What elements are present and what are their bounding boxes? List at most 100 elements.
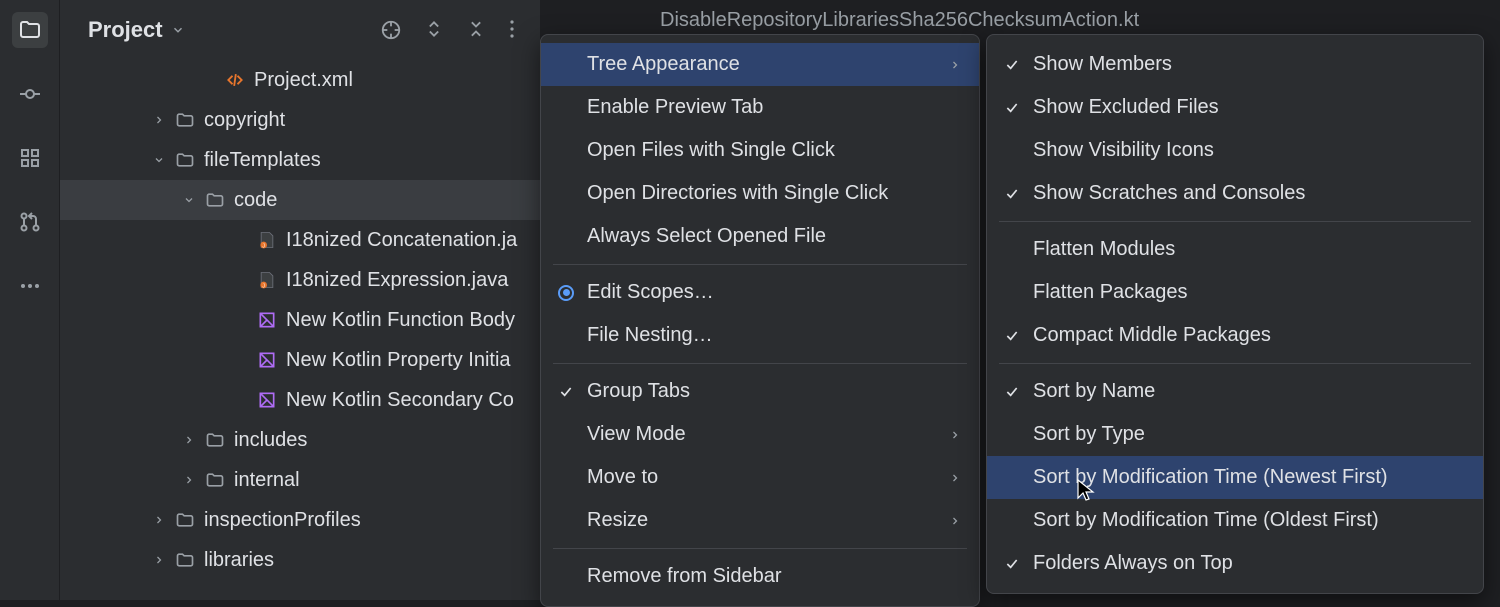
tree-row[interactable]: JI18nized Concatenation.ja (60, 220, 540, 260)
project-panel-header: Project (60, 0, 540, 60)
folder-icon (174, 550, 196, 570)
menu-item[interactable]: Compact Middle Packages (987, 314, 1483, 357)
menu-separator (553, 264, 967, 265)
kotlin-icon (256, 390, 278, 410)
menu-item-label: Show Scratches and Consoles (1033, 182, 1465, 205)
menu-item[interactable]: Open Files with Single Click (541, 129, 979, 172)
check-icon (1001, 328, 1023, 344)
menu-item-label: Flatten Packages (1033, 281, 1465, 304)
menu-item[interactable]: Move to (541, 456, 979, 499)
menu-item[interactable]: Flatten Packages (987, 271, 1483, 314)
commit-tool-icon[interactable] (12, 76, 48, 112)
tree-item-label: New Kotlin Property Initia (286, 349, 511, 372)
menu-item[interactable]: Folders Always on Top (987, 542, 1483, 585)
structure-tool-icon[interactable] (12, 140, 48, 176)
chevron-right-icon (949, 59, 961, 71)
menu-item[interactable]: Group Tabs (541, 370, 979, 413)
project-tool-icon[interactable] (12, 12, 48, 48)
expand-all-icon[interactable] (424, 19, 444, 41)
tree-item-label: fileTemplates (204, 149, 321, 172)
tree-row[interactable]: inspectionProfiles (60, 500, 540, 540)
kotlin-icon (256, 310, 278, 330)
folder-icon (204, 470, 226, 490)
menu-item-label: Group Tabs (587, 380, 961, 403)
check-icon (1001, 186, 1023, 202)
folder-icon (204, 190, 226, 210)
tree-row[interactable]: J I18nized Expression.java (60, 260, 540, 300)
menu-separator (553, 548, 967, 549)
menu-item-label: Move to (587, 466, 939, 489)
menu-item-label: Tree Appearance (587, 53, 939, 76)
project-panel: Project Project.xml copyright fileTemplate… (60, 0, 540, 600)
tree-row[interactable]: Project.xml (60, 60, 540, 100)
menu-item[interactable]: Tree Appearance (541, 43, 979, 86)
tree-row[interactable]: New Kotlin Function Body (60, 300, 540, 340)
menu-item[interactable]: Show Excluded Files (987, 86, 1483, 129)
select-opened-file-icon[interactable] (380, 19, 402, 41)
menu-item[interactable]: Sort by Type (987, 413, 1483, 456)
tree-item-label: I18nized Expression.java (286, 269, 508, 292)
menu-item[interactable]: Remove from Sidebar (541, 555, 979, 598)
submenu-tree-appearance: Show MembersShow Excluded Files Show Visi… (986, 34, 1484, 594)
java-icon: J (256, 270, 278, 290)
menu-item-label: Enable Preview Tab (587, 96, 961, 119)
menu-item[interactable]: Show Scratches and Consoles (987, 172, 1483, 215)
panel-options-icon[interactable] (508, 19, 516, 41)
tree-row[interactable]: New Kotlin Property Initia (60, 340, 540, 380)
menu-item[interactable]: Show Visibility Icons (987, 129, 1483, 172)
menu-item[interactable]: Resize (541, 499, 979, 542)
tree-row[interactable]: New Kotlin Secondary Co (60, 380, 540, 420)
tree-item-label: copyright (204, 109, 285, 132)
tree-row[interactable]: includes (60, 420, 540, 460)
panel-title: Project (88, 17, 163, 43)
chevron-down-icon[interactable] (150, 154, 168, 166)
chevron-right-icon[interactable] (150, 554, 168, 566)
menu-item-label: Sort by Name (1033, 380, 1465, 403)
menu-item-label: Flatten Modules (1033, 238, 1465, 261)
tree-row[interactable]: libraries (60, 540, 540, 580)
tree-item-label: internal (234, 469, 300, 492)
tree-item-label: inspectionProfiles (204, 509, 361, 532)
chevron-right-icon[interactable] (150, 514, 168, 526)
chevron-down-icon (171, 23, 185, 37)
tree-row[interactable]: copyright (60, 100, 540, 140)
menu-item[interactable]: Show Members (987, 43, 1483, 86)
check-icon (1001, 100, 1023, 116)
tree-row[interactable]: fileTemplates (60, 140, 540, 180)
menu-item[interactable]: Always Select Opened File (541, 215, 979, 258)
tree-item-label: Project.xml (254, 69, 353, 92)
tree-row[interactable]: code (60, 180, 540, 220)
menu-item-label: Show Visibility Icons (1033, 139, 1465, 162)
menu-item[interactable]: Sort by Modification Time (Newest First) (987, 456, 1483, 499)
menu-item-label: Sort by Modification Time (Oldest First) (1033, 509, 1465, 532)
project-panel-title-dropdown[interactable]: Project (88, 17, 185, 43)
menu-item[interactable]: View Mode (541, 413, 979, 456)
chevron-right-icon[interactable] (180, 474, 198, 486)
folder-icon (174, 110, 196, 130)
menu-item-label: Open Files with Single Click (587, 139, 961, 162)
tree-row[interactable]: internal (60, 460, 540, 500)
menu-item-label: Edit Scopes… (587, 281, 961, 304)
chevron-right-icon (949, 515, 961, 527)
java-icon: J (256, 230, 278, 250)
chevron-down-icon[interactable] (180, 194, 198, 206)
menu-item[interactable]: Flatten Modules (987, 228, 1483, 271)
project-tree[interactable]: Project.xmlcopyrightfileTemplatescodeJI1… (60, 60, 540, 580)
more-tool-icon[interactable] (12, 268, 48, 304)
menu-item[interactable]: Enable Preview Tab (541, 86, 979, 129)
pull-requests-tool-icon[interactable] (12, 204, 48, 240)
menu-item[interactable]: Open Directories with Single Click (541, 172, 979, 215)
tree-item-label: New Kotlin Function Body (286, 309, 515, 332)
context-menu-main: Tree Appearance Enable Preview Tab Open Fi… (540, 34, 980, 607)
menu-item[interactable]: Edit Scopes… (541, 271, 979, 314)
menu-item-label: Sort by Modification Time (Newest First) (1033, 466, 1465, 489)
collapse-all-icon[interactable] (466, 19, 486, 41)
menu-item[interactable]: Sort by Name (987, 370, 1483, 413)
menu-item[interactable]: File Nesting… (541, 314, 979, 357)
left-tool-rail (0, 0, 60, 600)
menu-item-label: Sort by Type (1033, 423, 1465, 446)
menu-item[interactable]: Sort by Modification Time (Oldest First) (987, 499, 1483, 542)
chevron-right-icon[interactable] (180, 434, 198, 446)
menu-item-label: File Nesting… (587, 324, 961, 347)
chevron-right-icon[interactable] (150, 114, 168, 126)
